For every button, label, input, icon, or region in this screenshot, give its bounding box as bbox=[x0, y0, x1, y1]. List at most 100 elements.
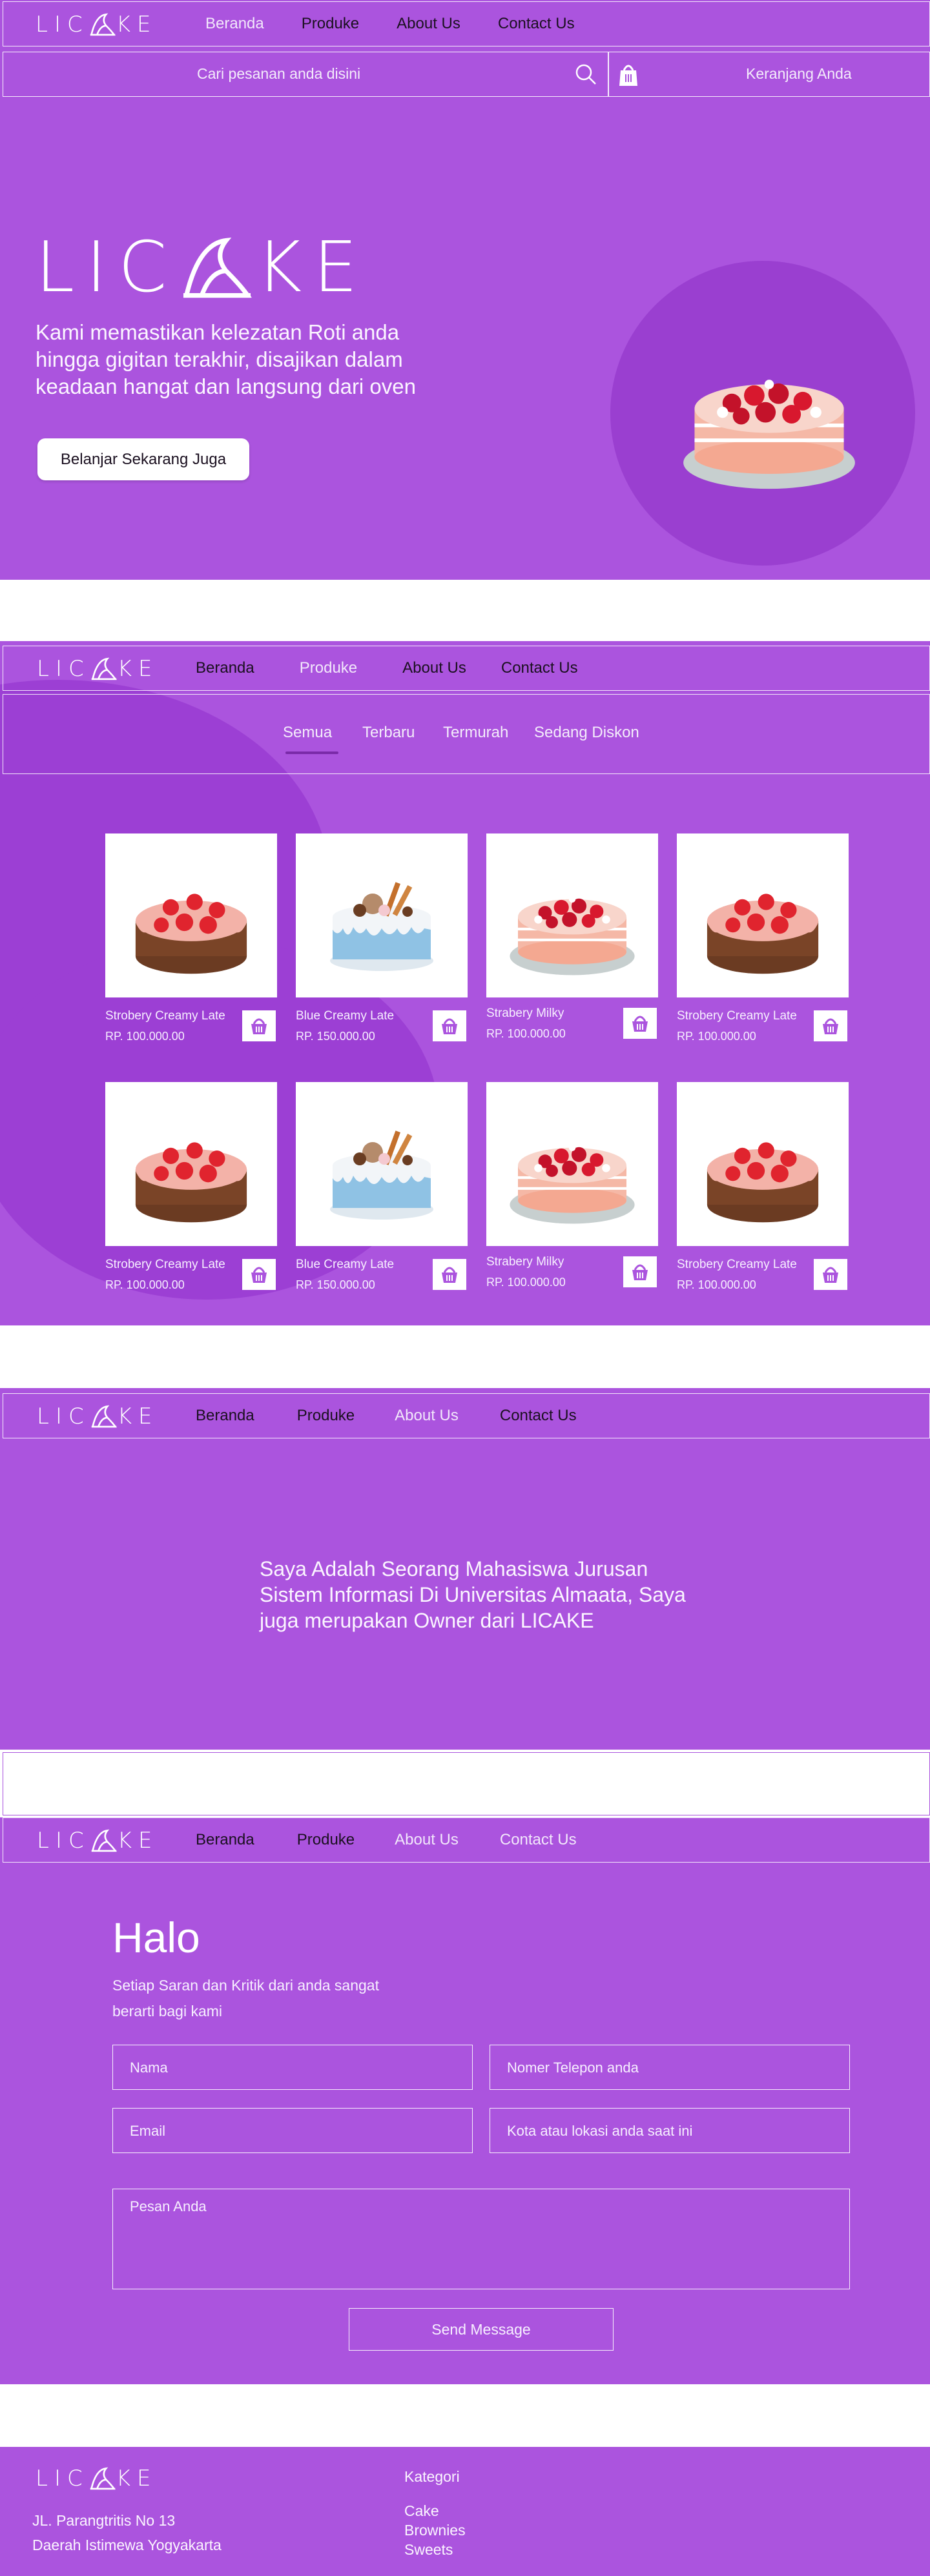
logo-text-part1: LIC bbox=[36, 12, 89, 37]
nav-beranda[interactable]: Beranda bbox=[196, 1831, 254, 1849]
product-image[interactable] bbox=[677, 1082, 849, 1246]
product-price: RP. 100.000.00 bbox=[677, 1278, 756, 1291]
add-to-cart-button[interactable] bbox=[814, 1259, 847, 1290]
logo-text-part1: LIC bbox=[36, 2466, 89, 2491]
city-field[interactable]: Kota atau lokasi anda saat ini bbox=[490, 2108, 850, 2153]
nav-contact[interactable]: Contact Us bbox=[500, 1407, 577, 1425]
nav-about[interactable]: About Us bbox=[395, 1831, 459, 1849]
brand-logo[interactable]: LIC KE bbox=[37, 654, 159, 684]
kategori-link-cake[interactable]: Cake bbox=[404, 2501, 466, 2520]
add-to-cart-button[interactable] bbox=[623, 1008, 657, 1039]
address-line-2: Daerah Istimewa Yogyakarta bbox=[32, 2537, 222, 2553]
brand-logo[interactable]: LIC KE bbox=[37, 1402, 159, 1431]
logo-text-part1: LIC bbox=[37, 1828, 90, 1854]
add-to-cart-button[interactable] bbox=[814, 1010, 847, 1041]
product-name: Strobery Creamy Late bbox=[677, 1258, 797, 1271]
tab-semua[interactable]: Semua bbox=[283, 724, 332, 742]
brand-logo[interactable]: LIC KE bbox=[37, 1826, 159, 1855]
product-image[interactable] bbox=[486, 1082, 658, 1246]
brand-logo[interactable]: LIC KE bbox=[36, 10, 158, 39]
add-to-cart-button[interactable] bbox=[623, 1256, 657, 1287]
product-price: RP. 100.000.00 bbox=[677, 1030, 756, 1043]
nav-beranda[interactable]: Beranda bbox=[196, 1407, 254, 1425]
cart-link[interactable]: Keranjang Anda bbox=[746, 65, 852, 83]
footer-kategori-title: Kategori bbox=[404, 2468, 460, 2485]
blue-cream-cake-image bbox=[330, 1130, 433, 1220]
tab-sedang-diskon[interactable]: Sedang Diskon bbox=[534, 724, 639, 742]
product-image[interactable] bbox=[486, 833, 658, 997]
products-section: LIC KE Beranda Produke About Us Contact … bbox=[0, 641, 930, 1325]
kategori-link-brownies[interactable]: Brownies bbox=[404, 2520, 466, 2540]
phone-field[interactable]: Nomer Telepon anda bbox=[490, 2045, 850, 2090]
kategori-link-sweets[interactable]: Sweets bbox=[404, 2540, 466, 2559]
product-card[interactable]: Blue Creamy Late RP. 150.000.00 bbox=[296, 833, 468, 1043]
contact-title: Halo bbox=[112, 1914, 200, 1961]
nav-beranda[interactable]: Beranda bbox=[196, 659, 254, 677]
product-card[interactable]: Strobery Creamy Late RP. 100.000.00 bbox=[677, 833, 849, 1043]
logo-text-part2: KE bbox=[117, 1404, 159, 1429]
logo-text-part1: LIC bbox=[37, 656, 90, 682]
about-description: Saya Adalah Seorang Mahasiswa Jurusan Si… bbox=[260, 1557, 686, 1632]
basket-icon bbox=[822, 1267, 840, 1284]
send-message-button[interactable]: Send Message bbox=[349, 2308, 614, 2351]
search-input[interactable]: Cari pesanan anda disini bbox=[197, 65, 360, 83]
product-image[interactable] bbox=[677, 833, 849, 997]
product-price: RP. 100.000.00 bbox=[486, 1027, 566, 1040]
product-card[interactable]: Strobery Creamy Late RP. 100.000.00 bbox=[677, 1082, 849, 1291]
product-card[interactable]: Strobery Creamy Late RP. 100.000.00 bbox=[105, 1082, 277, 1291]
tab-terbaru[interactable]: Terbaru bbox=[362, 724, 415, 742]
product-price: RP. 100.000.00 bbox=[105, 1278, 185, 1291]
cake-logo-icon bbox=[90, 1405, 118, 1428]
nav-about[interactable]: About Us bbox=[402, 659, 466, 677]
logo-text-part1: LIC bbox=[37, 1404, 90, 1429]
footer: LIC KE JL. Parangtritis No 13 Daerah Ist… bbox=[0, 2447, 930, 2576]
product-card[interactable]: Blue Creamy Late RP. 150.000.00 bbox=[296, 1082, 468, 1291]
nav-produke[interactable]: Produke bbox=[297, 1407, 355, 1425]
logo-text-part2: KE bbox=[117, 656, 159, 682]
product-card[interactable]: Strabery Milky RP. 100.000.00 bbox=[486, 1082, 658, 1289]
basket-icon bbox=[250, 1267, 268, 1284]
product-image[interactable] bbox=[105, 1082, 277, 1246]
contact-navbar: LIC KE Beranda Produke About Us Contact … bbox=[3, 1817, 930, 1863]
add-to-cart-button[interactable] bbox=[242, 1259, 276, 1290]
about-navbar: LIC KE Beranda Produke About Us Contact … bbox=[3, 1393, 930, 1438]
nav-produke[interactable]: Produke bbox=[302, 15, 359, 33]
cake-logo-icon bbox=[178, 234, 256, 302]
name-field[interactable]: Nama bbox=[112, 2045, 473, 2090]
strawberry-chocolate-cake-image bbox=[707, 1142, 819, 1223]
nav-contact[interactable]: Contact Us bbox=[500, 1831, 577, 1849]
logo-text-part2: KE bbox=[116, 2466, 158, 2491]
shopping-bag-icon[interactable] bbox=[617, 60, 640, 88]
product-card[interactable]: Strobery Creamy Late RP. 100.000.00 bbox=[105, 833, 277, 1043]
brand-logo[interactable]: LIC KE bbox=[36, 2465, 158, 2492]
nav-contact[interactable]: Contact Us bbox=[501, 659, 578, 677]
nav-produke[interactable]: Produke bbox=[300, 659, 357, 677]
message-field[interactable]: Pesan Anda bbox=[112, 2189, 850, 2289]
tab-termurah[interactable]: Termurah bbox=[443, 724, 508, 742]
product-card[interactable]: Strabery Milky RP. 100.000.00 bbox=[486, 833, 658, 1040]
nav-produke[interactable]: Produke bbox=[297, 1831, 355, 1849]
add-to-cart-button[interactable] bbox=[242, 1010, 276, 1041]
email-field[interactable]: Email bbox=[112, 2108, 473, 2153]
add-to-cart-button[interactable] bbox=[433, 1259, 466, 1290]
hero-tagline: Kami memastikan kelezatan Roti anda hing… bbox=[36, 320, 416, 398]
logo-text-part2: KE bbox=[117, 1828, 159, 1854]
nav-about[interactable]: About Us bbox=[397, 15, 460, 33]
nav-beranda[interactable]: Beranda bbox=[205, 15, 264, 33]
product-name: Strobery Creamy Late bbox=[105, 1258, 225, 1271]
nav-about[interactable]: About Us bbox=[395, 1407, 459, 1425]
shop-now-button[interactable]: Belanjar Sekarang Juga bbox=[37, 438, 249, 480]
contact-subtitle: Setiap Saran dan Kritik dari anda sangat… bbox=[112, 1977, 379, 2019]
product-image[interactable] bbox=[296, 833, 468, 997]
product-image[interactable] bbox=[296, 1082, 468, 1246]
product-name: Strabery Milky bbox=[486, 1255, 564, 1269]
product-image[interactable] bbox=[105, 833, 277, 997]
search-icon[interactable] bbox=[574, 63, 597, 86]
strawberry-milky-cake-image bbox=[504, 1103, 640, 1225]
footer-address: JL. Parangtritis No 13 Daerah Istimewa Y… bbox=[32, 2508, 222, 2557]
add-to-cart-button[interactable] bbox=[433, 1010, 466, 1041]
product-name: Blue Creamy Late bbox=[296, 1009, 395, 1023]
basket-icon bbox=[250, 1018, 268, 1036]
nav-contact[interactable]: Contact Us bbox=[498, 15, 575, 33]
cake-logo-icon bbox=[89, 2467, 116, 2490]
